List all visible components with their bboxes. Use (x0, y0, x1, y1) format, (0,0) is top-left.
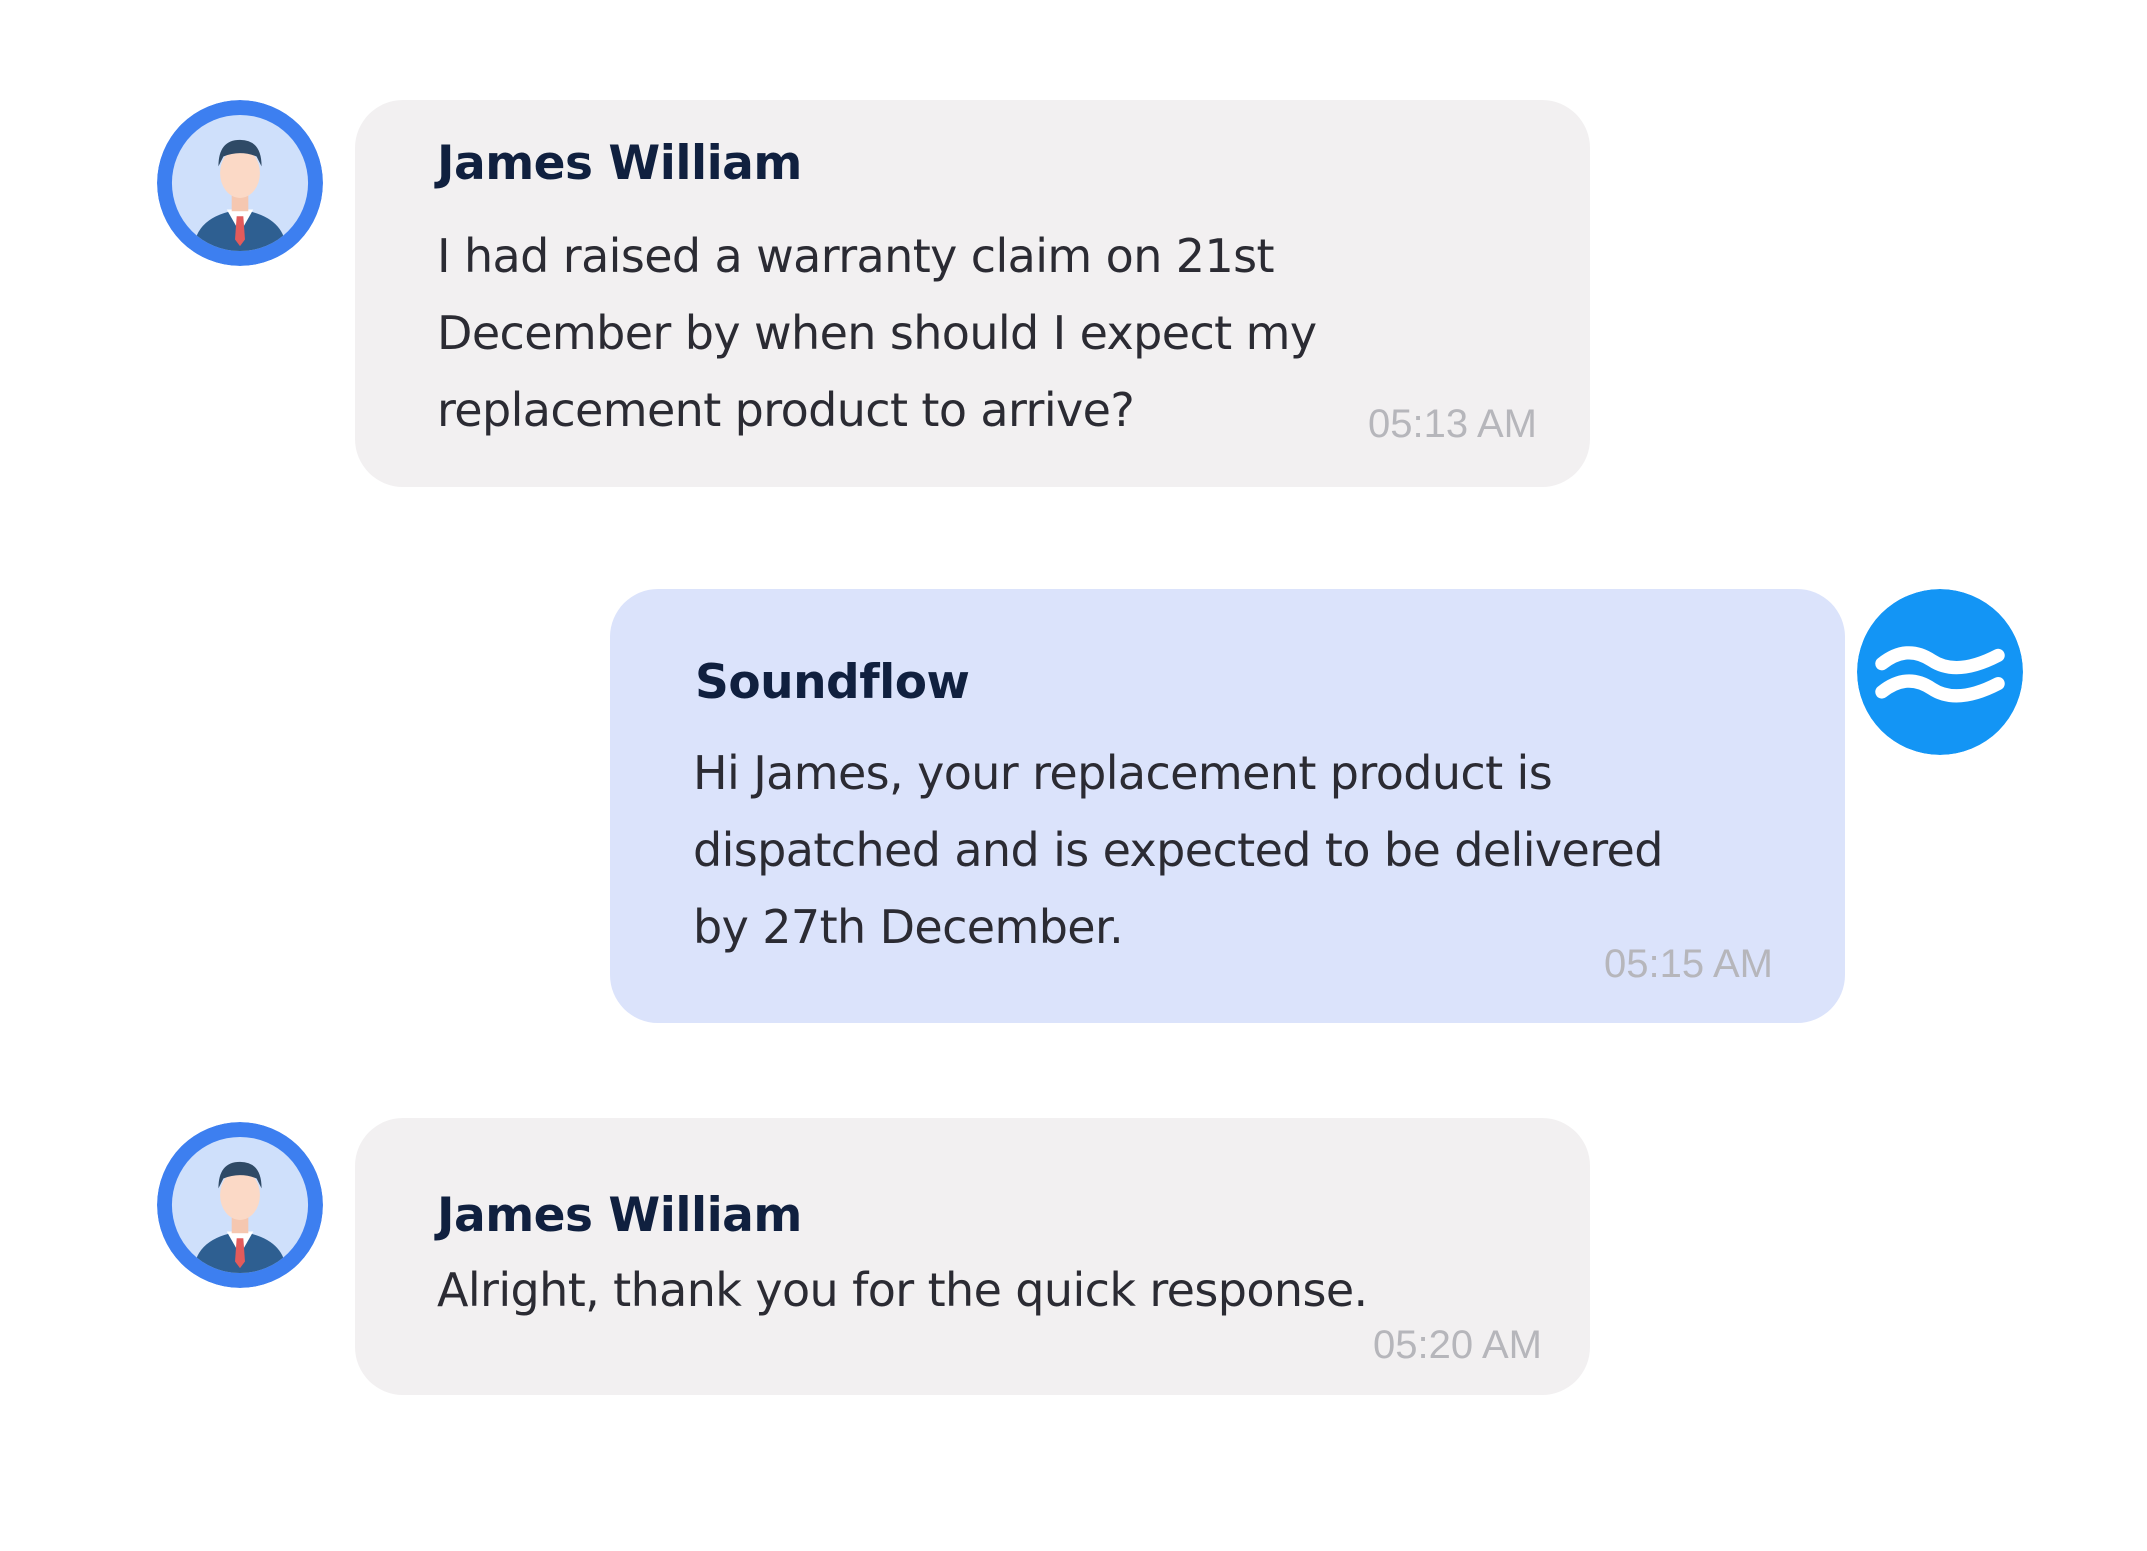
soundflow-wave-icon (1857, 589, 2023, 755)
message-line: dispatched and is expected to be deliver… (693, 823, 1663, 877)
sender-name: Soundflow (695, 655, 970, 710)
message-timestamp: 05:20 AM (1372, 1323, 1542, 1367)
message-line: I had raised a warranty claim on 21st (437, 229, 1275, 283)
message-timestamp: 05:15 AM (1603, 942, 1773, 986)
message-timestamp: 05:13 AM (1367, 402, 1537, 446)
message-line: Alright, thank you for the quick respons… (437, 1263, 1368, 1317)
message-bubble: James William I had raised a warranty cl… (355, 100, 1590, 487)
message-line: by 27th December. (693, 900, 1124, 954)
message-bubble: Soundflow Hi James, your replacement pro… (610, 589, 1845, 1023)
user-avatar-icon (157, 1122, 323, 1288)
user-avatar-icon (157, 100, 323, 266)
message-bubble: James William Alright, thank you for the… (355, 1118, 1590, 1395)
message-line: replacement product to arrive? (437, 383, 1135, 437)
message-text: Alright, thank you for the quick respons… (437, 1252, 1368, 1329)
sender-name: James William (437, 1188, 802, 1243)
message-line: Hi James, your replacement product is (693, 746, 1553, 800)
message-text: I had raised a warranty claim on 21st De… (437, 218, 1317, 449)
message-text: Hi James, your replacement product is di… (693, 735, 1663, 966)
message-line: December by when should I expect my (437, 306, 1317, 360)
sender-name: James William (437, 136, 802, 191)
